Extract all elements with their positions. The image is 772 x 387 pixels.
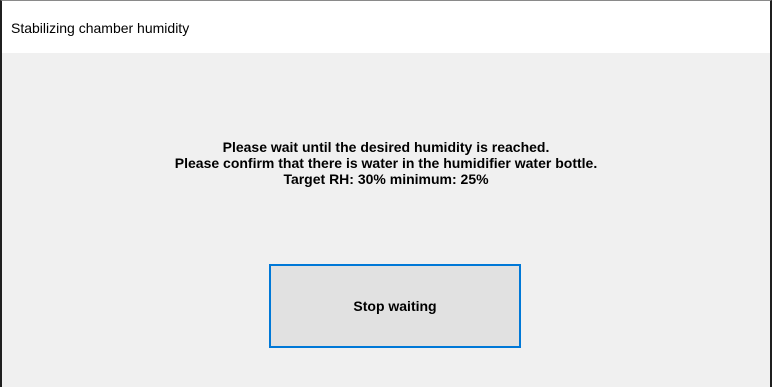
title-bar: Stabilizing chamber humidity — [2, 1, 770, 53]
dialog-window: Stabilizing chamber humidity Please wait… — [0, 0, 772, 387]
stop-waiting-button[interactable]: Stop waiting — [269, 264, 521, 348]
message-line-water: Please confirm that there is water in th… — [174, 155, 598, 171]
window-title: Stabilizing chamber humidity — [11, 20, 190, 36]
status-message: Please wait until the desired humidity i… — [2, 139, 770, 187]
message-line-target: Target RH: 30% minimum: 25% — [283, 171, 489, 187]
stop-waiting-label: Stop waiting — [353, 298, 437, 314]
message-line-wait: Please wait until the desired humidity i… — [222, 139, 550, 155]
